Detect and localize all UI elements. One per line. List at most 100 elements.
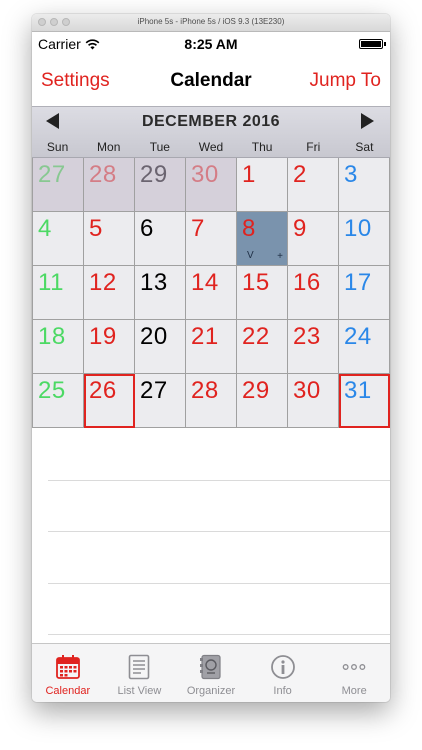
status-bar: Carrier 8:25 AM [32, 32, 390, 54]
day-cell[interactable]: 5 [84, 212, 135, 266]
weekday-label: Fri [306, 140, 321, 154]
window-titlebar: iPhone 5s - iPhone 5s / iOS 9.3 (13E230) [32, 14, 390, 32]
more-icon [341, 653, 367, 681]
day-number: 17 [344, 269, 372, 296]
marked-day-cell[interactable]: 26 [84, 374, 135, 428]
weekday-row: Sun Mon Tue Wed Thu Fri Sat [32, 140, 390, 154]
day-number: 25 [38, 377, 66, 404]
day-cell[interactable]: 11 [33, 266, 84, 320]
day-cell[interactable]: 24 [339, 320, 390, 374]
weekday-label: Mon [97, 140, 121, 154]
event-marker-v: V [247, 250, 254, 261]
day-cell[interactable]: 29 [135, 158, 186, 212]
list-row-divider [48, 583, 390, 584]
day-cell[interactable]: 1 [237, 158, 288, 212]
day-number: 1 [242, 161, 256, 188]
day-number: 7 [191, 215, 205, 242]
day-cell[interactable]: 10 [339, 212, 390, 266]
list-row-divider [48, 480, 390, 481]
day-cell[interactable]: 7 [186, 212, 237, 266]
day-cell[interactable]: 23 [288, 320, 339, 374]
day-number: 29 [242, 377, 270, 404]
day-number: 24 [344, 323, 372, 350]
day-number: 4 [38, 215, 52, 242]
day-number: 28 [191, 377, 219, 404]
day-cell[interactable]: 28 [186, 374, 237, 428]
selected-day-cell[interactable]: 8 V + [237, 212, 288, 266]
tab-label: Calendar [45, 685, 91, 697]
day-number: 19 [89, 323, 117, 350]
day-number: 23 [293, 323, 321, 350]
day-number: 13 [140, 269, 168, 296]
day-cell[interactable]: 19 [84, 320, 135, 374]
marked-day-cell[interactable]: 31 [339, 374, 390, 428]
calendar-grid: 27 28 29 30 1 2 3 4 5 6 7 8 V + 9 10 11 … [32, 158, 390, 428]
day-cell[interactable]: 17 [339, 266, 390, 320]
tab-label: Organizer [186, 685, 236, 697]
day-cell[interactable]: 9 [288, 212, 339, 266]
day-cell[interactable]: 27 [135, 374, 186, 428]
weekday-label: Sun [46, 140, 69, 154]
day-cell[interactable]: 20 [135, 320, 186, 374]
next-month-arrow-icon[interactable] [361, 113, 374, 129]
tab-label: List View [117, 685, 162, 697]
day-cell[interactable]: 18 [33, 320, 84, 374]
day-cell[interactable]: 22 [237, 320, 288, 374]
day-number: 30 [293, 377, 321, 404]
day-cell[interactable]: 28 [84, 158, 135, 212]
day-number: 30 [191, 161, 219, 188]
organizer-icon [198, 653, 224, 681]
calendar-header: DECEMBER 2016 Sun Mon Tue Wed Thu Fri Sa… [32, 106, 390, 158]
day-cell[interactable]: 6 [135, 212, 186, 266]
weekday-label: Thu [251, 140, 273, 154]
day-cell[interactable]: 21 [186, 320, 237, 374]
day-cell[interactable]: 14 [186, 266, 237, 320]
day-number: 28 [89, 161, 117, 188]
month-title: DECEMBER 2016 [141, 113, 281, 130]
tab-label: Info [273, 685, 292, 697]
info-icon [270, 653, 296, 681]
battery-icon [359, 39, 386, 49]
day-number: 27 [38, 161, 66, 188]
day-cell[interactable]: 4 [33, 212, 84, 266]
day-cell[interactable]: 3 [339, 158, 390, 212]
day-cell[interactable]: 12 [84, 266, 135, 320]
day-cell[interactable]: 2 [288, 158, 339, 212]
day-number: 16 [293, 269, 321, 296]
jump-to-button[interactable]: Jump To [310, 70, 381, 92]
window-title: iPhone 5s - iPhone 5s / iOS 9.3 (13E230) [137, 17, 285, 26]
day-number: 5 [89, 215, 103, 242]
day-cell[interactable]: 30 [186, 158, 237, 212]
status-time: 8:25 AM [184, 36, 238, 52]
day-cell[interactable]: 29 [237, 374, 288, 428]
calendar-icon [55, 653, 81, 681]
tab-organizer[interactable]: Organizer [175, 644, 247, 702]
list-row-divider [48, 634, 390, 635]
navigation-bar: Settings Calendar Jump To [32, 54, 390, 106]
tab-bar: Calendar List View Organizer Info More [32, 643, 390, 702]
day-number: 21 [191, 323, 219, 350]
list-icon [126, 653, 152, 681]
event-marker-plus: + [277, 251, 283, 262]
day-cell[interactable]: 25 [33, 374, 84, 428]
tab-list-view[interactable]: List View [104, 644, 176, 702]
simulator-window: iPhone 5s - iPhone 5s / iOS 9.3 (13E230)… [32, 14, 390, 702]
event-list[interactable] [32, 428, 390, 640]
tab-calendar[interactable]: Calendar [32, 644, 104, 702]
day-number: 9 [293, 215, 307, 242]
day-number: 3 [344, 161, 358, 188]
day-cell[interactable]: 30 [288, 374, 339, 428]
day-cell[interactable]: 13 [135, 266, 186, 320]
day-cell[interactable]: 27 [33, 158, 84, 212]
tab-more[interactable]: More [318, 644, 390, 702]
day-number: 29 [140, 161, 168, 188]
day-number: 31 [344, 377, 372, 404]
day-cell[interactable]: 16 [288, 266, 339, 320]
day-cell[interactable]: 15 [237, 266, 288, 320]
weekday-label: Tue [149, 140, 170, 154]
day-number: 26 [89, 377, 117, 404]
day-number: 12 [89, 269, 117, 296]
tab-info[interactable]: Info [247, 644, 319, 702]
day-number: 10 [344, 215, 372, 242]
day-number: 2 [293, 161, 307, 188]
